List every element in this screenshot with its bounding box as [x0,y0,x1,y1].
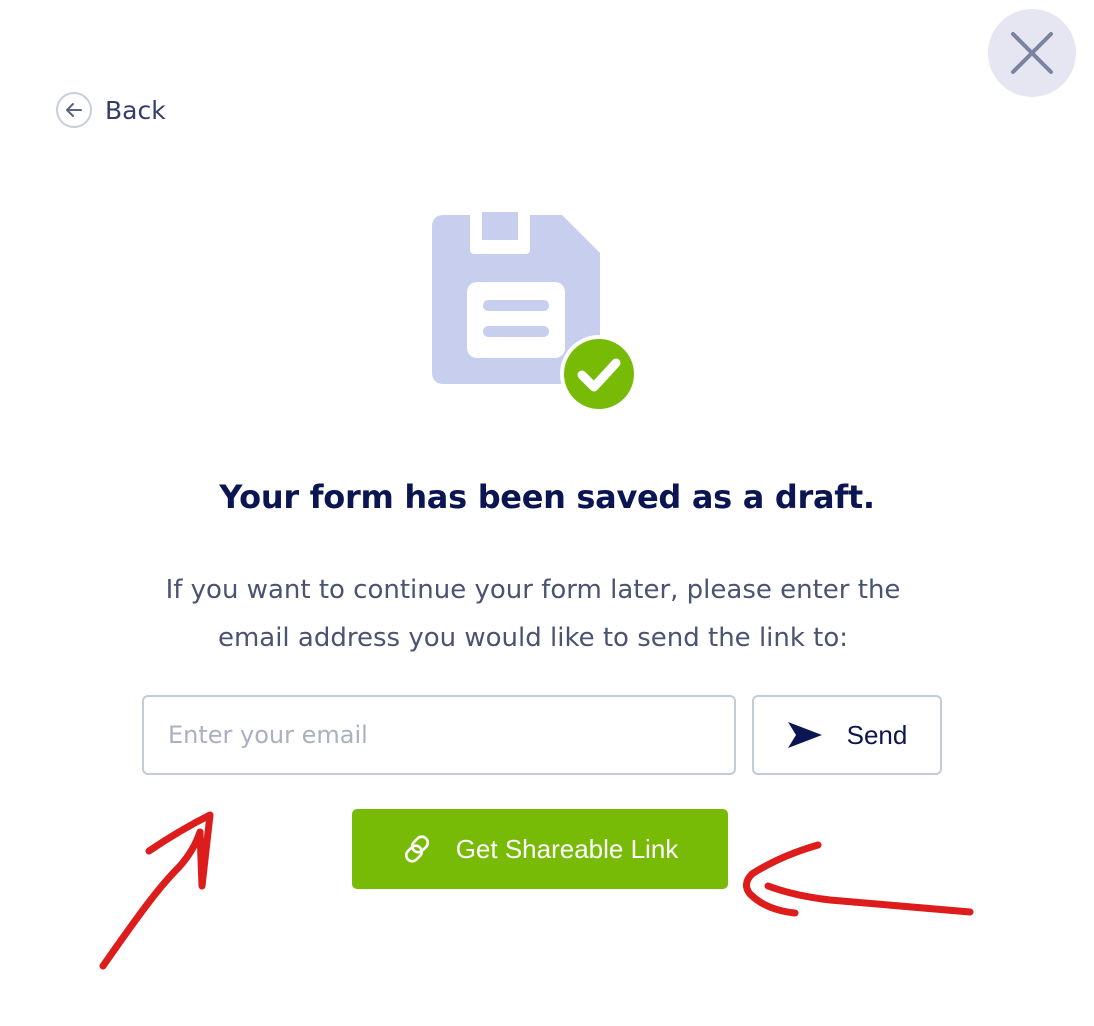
back-label: Back [105,95,166,125]
send-arrow-icon [787,722,822,748]
share-label: Get Shareable Link [455,833,679,864]
close-button[interactable] [988,9,1076,97]
email-input[interactable] [142,695,736,775]
arrow-left-icon [66,103,82,117]
send-button[interactable]: Send [752,695,942,775]
send-label: Send [846,719,908,750]
back-link[interactable]: Back [56,92,166,128]
annotation-arrow-left [743,841,974,917]
floppy-disk-saved-icon [432,212,636,413]
description-line-1: If you want to continue your form later,… [165,575,901,605]
description: If you want to continue your form later,… [120,566,946,662]
description-line-2: email address you would like to send the… [217,623,849,653]
annotation-arrow-up [99,811,214,970]
close-icon [1011,32,1053,74]
link-icon [404,835,429,863]
back-icon-circle [56,92,92,128]
page-title: Your form has been saved as a draft. [219,478,875,516]
get-shareable-link-button[interactable]: Get Shareable Link [352,809,728,889]
